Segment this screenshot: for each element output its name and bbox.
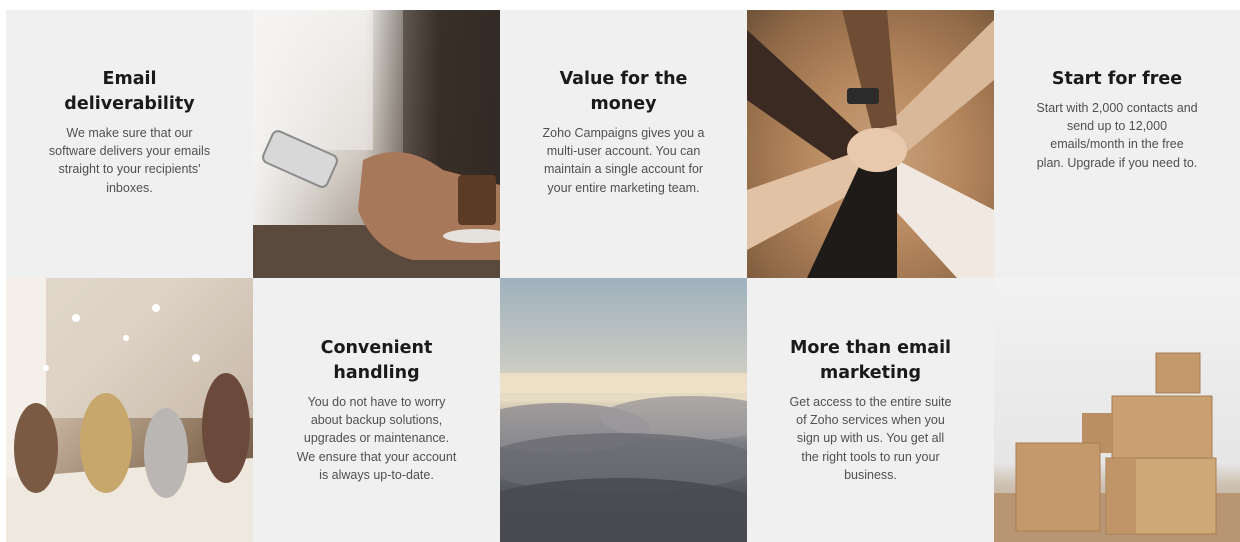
feature-card-more-than-email-marketing: More than email marketing Get access to … xyxy=(747,278,994,542)
photo-hand-holding-phone xyxy=(253,10,500,278)
features-grid: Email deliverability We make sure that o… xyxy=(6,10,1240,542)
feature-description: Start with 2,000 contacts and send up to… xyxy=(1036,101,1198,170)
feature-description: Get access to the entire suite of Zoho s… xyxy=(789,395,952,482)
phone-image-illustration xyxy=(253,10,500,278)
photo-team-celebrating xyxy=(6,278,253,542)
feature-card-convenient-handling: Convenient handling You do not have to w… xyxy=(253,278,500,542)
feature-description: Zoho Campaigns gives you a multi-user ac… xyxy=(542,126,705,195)
feature-card-email-deliverability: Email deliverability We make sure that o… xyxy=(6,10,253,278)
feature-description: You do not have to worry about backup so… xyxy=(296,395,457,482)
boxes-image-illustration xyxy=(994,352,1240,542)
feature-title: Convenient handling xyxy=(320,338,433,383)
photo-clouds-sunrise xyxy=(500,278,747,542)
photo-team-hands-stacked xyxy=(747,10,994,278)
feature-title: Email deliverability xyxy=(64,69,195,114)
celebration-image-illustration xyxy=(6,278,253,542)
photo-cardboard-boxes xyxy=(994,278,1240,542)
feature-title: Start for free xyxy=(1051,69,1183,89)
feature-description: We make sure that our software delivers … xyxy=(48,126,211,195)
feature-title: More than email marketing xyxy=(789,338,952,383)
feature-card-start-for-free: Start for free Start with 2,000 contacts… xyxy=(994,10,1240,278)
feature-title: Value for the money xyxy=(559,69,688,114)
hands-image-illustration xyxy=(747,10,994,278)
clouds-image-illustration xyxy=(500,373,747,542)
feature-card-value-for-money: Value for the money Zoho Campaigns gives… xyxy=(500,10,747,278)
